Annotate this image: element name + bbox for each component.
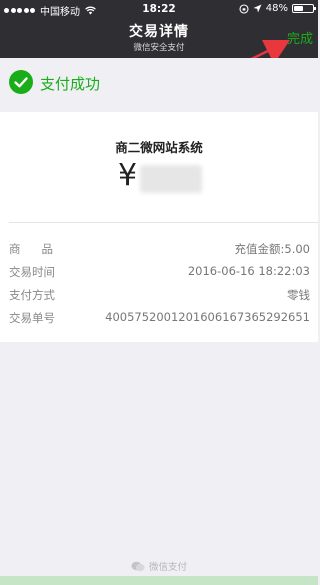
detail-row-product: 商品 充值金额:5.00 xyxy=(9,239,310,259)
row-label: 交易时间 xyxy=(9,265,55,279)
row-value: 充值金额:5.00 xyxy=(234,242,310,256)
orientation-lock-icon xyxy=(239,3,249,14)
page-title: 交易详情 xyxy=(129,24,189,40)
nav-bar: 交易详情 微信安全支付 完成 xyxy=(0,18,318,58)
divider xyxy=(9,222,318,223)
detail-row-time: 交易时间 2016-06-16 18:22:03 xyxy=(9,262,310,282)
success-text: 支付成功 xyxy=(40,75,101,93)
detail-row-method: 支付方式 零钱 xyxy=(9,285,310,305)
battery-level xyxy=(294,6,303,11)
receipt-card: 商二微网站系统 ¥ 商品 充值金额:5.00 交易时间 2016-06-16 1… xyxy=(0,112,318,342)
status-bar: 中国移动 18:22 48% xyxy=(0,0,318,18)
success-banner: 支付成功 xyxy=(0,58,318,108)
merchant-name: 商二微网站系统 xyxy=(115,140,203,155)
row-label: 商品 xyxy=(9,242,74,256)
redacted-amount xyxy=(140,165,202,193)
row-value: 零钱 xyxy=(287,288,310,302)
wechat-pay-icon xyxy=(131,561,145,571)
done-button[interactable]: 完成 xyxy=(287,28,313,47)
status-right: 48% xyxy=(239,3,316,14)
amount-currency: ¥ xyxy=(118,158,138,193)
location-icon xyxy=(253,4,262,13)
battery-percent: 48% xyxy=(265,3,288,14)
row-value: 4005752001201606167365292651 xyxy=(105,310,310,324)
footer-text: 微信支付 xyxy=(148,562,187,573)
row-value: 2016-06-16 18:22:03 xyxy=(187,264,310,278)
footer-logo: 微信支付 xyxy=(0,559,318,573)
page-subtitle: 微信安全支付 xyxy=(133,43,185,53)
row-label: 支付方式 xyxy=(9,288,55,302)
success-check-icon xyxy=(9,70,33,94)
row-label: 交易单号 xyxy=(9,311,55,325)
battery-icon xyxy=(292,4,316,13)
detail-row-order-id: 交易单号 4005752001201606167365292651 xyxy=(9,308,310,328)
footer-bar xyxy=(0,576,318,585)
